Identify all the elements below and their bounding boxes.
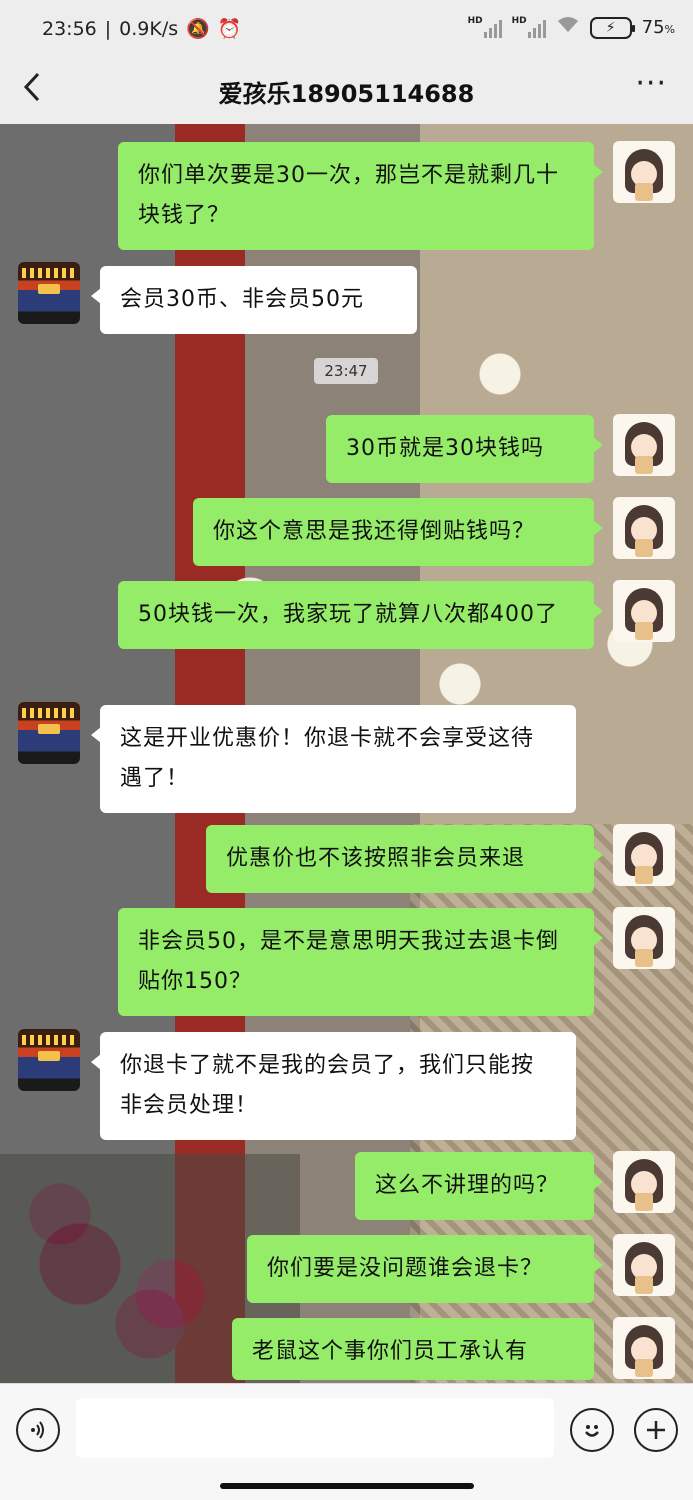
status-time: 23:56 xyxy=(42,17,97,40)
plus-button[interactable] xyxy=(634,1408,678,1452)
received-message-bubble[interactable]: 会员30币、非会员50元 xyxy=(91,266,417,334)
sent-message-bubble[interactable]: 非会员50，是不是意思明天我过去退卡倒贴你150？ xyxy=(118,908,603,1016)
received-message-bubble[interactable]: 这是开业优惠价！你退卡就不会享受这待遇了！ xyxy=(91,705,576,813)
status-bar: 23:56 | 0.9K/s 🔕 ⏰ HD HD ⚡ 75% xyxy=(0,0,693,58)
chat-title: 爱孩乐18905114688 xyxy=(218,80,475,108)
plus-icon xyxy=(647,1421,665,1439)
signal-icon-2: HD xyxy=(512,16,546,38)
store-avatar[interactable] xyxy=(18,702,80,764)
home-indicator[interactable] xyxy=(220,1483,474,1489)
my-avatar[interactable] xyxy=(613,141,675,203)
sent-message-bubble[interactable]: 你们单次要是30一次，那岂不是就剩几十块钱了？ xyxy=(118,142,603,250)
store-avatar[interactable] xyxy=(18,262,80,324)
message-input[interactable] xyxy=(76,1398,554,1458)
mute-bell-icon: 🔕 xyxy=(186,18,210,40)
my-avatar[interactable] xyxy=(613,497,675,559)
my-avatar[interactable] xyxy=(613,1234,675,1296)
battery-icon: ⚡ xyxy=(589,16,635,39)
wifi-icon xyxy=(556,16,580,39)
sent-message-bubble[interactable]: 你们要是没问题谁会退卡？ xyxy=(247,1235,603,1303)
alarm-icon: ⏰ xyxy=(217,18,242,40)
signal-icon: HD xyxy=(468,16,502,38)
emoji-button[interactable] xyxy=(570,1408,614,1452)
emoji-icon xyxy=(585,1425,599,1437)
sent-message-bubble[interactable]: 你这个意思是我还得倒贴钱吗？ xyxy=(193,498,603,566)
received-message-bubble[interactable]: 你退卡了就不是我的会员了，我们只能按非会员处理！ xyxy=(91,1032,576,1140)
my-avatar[interactable] xyxy=(613,1317,675,1379)
my-avatar[interactable] xyxy=(613,580,675,642)
voice-button[interactable] xyxy=(16,1408,60,1452)
more-icon: ··· xyxy=(635,66,667,101)
my-avatar[interactable] xyxy=(613,414,675,476)
status-divider: | xyxy=(104,17,112,40)
sent-message-bubble[interactable]: 这么不讲理的吗？ xyxy=(355,1152,603,1220)
my-avatar[interactable] xyxy=(613,907,675,969)
sent-message-bubble[interactable]: 老鼠这个事你们员工承认有 xyxy=(232,1318,594,1380)
nav-bar: 爱孩乐18905114688 ··· xyxy=(0,58,693,124)
more-button[interactable]: ··· xyxy=(635,66,667,101)
battery-percent: 75% xyxy=(641,17,675,38)
sent-message-bubble[interactable]: 50块钱一次，我家玩了就算八次都400了 xyxy=(118,581,603,649)
my-avatar[interactable] xyxy=(613,824,675,886)
sent-message-bubble[interactable]: 30币就是30块钱吗 xyxy=(326,415,603,483)
status-net-speed: 0.9K/s xyxy=(119,17,179,40)
voice-icon xyxy=(31,1421,44,1439)
sent-message-bubble[interactable]: 优惠价也不该按照非会员来退 xyxy=(206,825,603,893)
message-timestamp: 23:47 xyxy=(314,358,378,384)
my-avatar[interactable] xyxy=(613,1151,675,1213)
store-avatar[interactable] xyxy=(18,1029,80,1091)
